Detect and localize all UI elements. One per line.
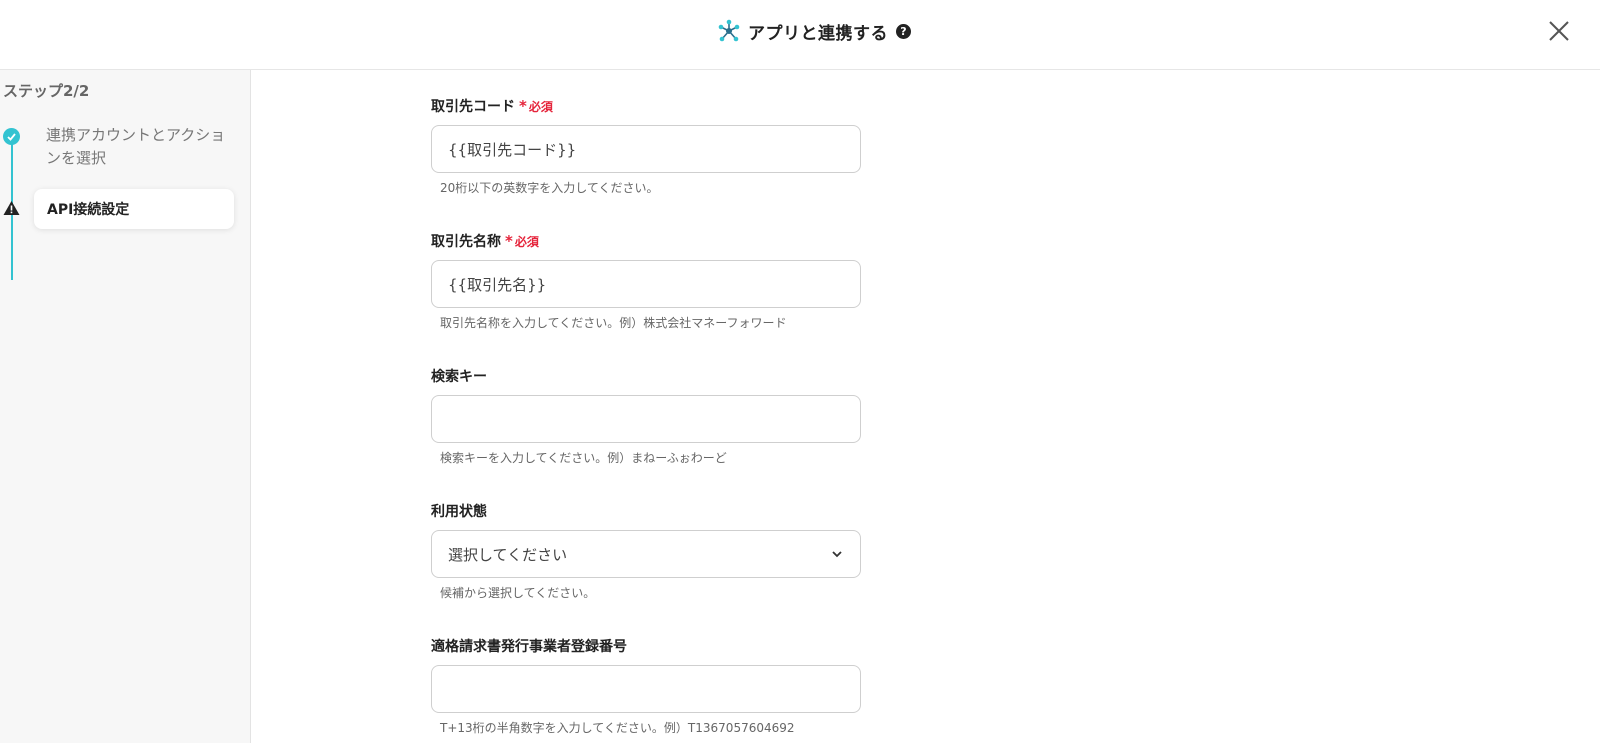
field-help-text: 候補から選択してください。 (440, 586, 596, 600)
field-label: 適格請求書発行事業者登録番号 (431, 636, 861, 656)
sidebar-step-api-settings[interactable]: API接続設定 (34, 189, 234, 229)
required-badge: 必須 (514, 234, 539, 249)
field-label-text: 取引先名称 (431, 234, 501, 250)
required-badge: 必須 (528, 99, 553, 114)
close-icon (1549, 21, 1569, 41)
field-label: 取引先名称 * 必須 (431, 231, 861, 251)
field-help-text: T+13桁の半角数字を入力してください。例）T1367057604692 (440, 721, 795, 735)
field-partner-code: 取引先コード * 必須 {{取引先コード}} 20桁以下の英数字を入力してくださ… (431, 96, 861, 196)
field-label: 利用状態 (431, 501, 861, 521)
field-search-key: 検索キー 検索キーを入力してください。例）まねーふぉわーど (431, 366, 861, 466)
select-value: 選択してください (448, 545, 568, 564)
warning-triangle-icon (3, 201, 20, 215)
required-asterisk: * (519, 97, 527, 115)
partner-name-input[interactable]: {{取引先名}} (431, 260, 861, 308)
close-button[interactable] (1546, 18, 1572, 44)
chevron-down-icon (832, 551, 842, 558)
help-icon[interactable]: ? (896, 23, 911, 39)
field-partner-name: 取引先名称 * 必須 {{取引先名}} 取引先名称を入力してください。例）株式会… (431, 231, 861, 331)
step-counter: ステップ2/2 (3, 82, 90, 100)
required-asterisk: * (505, 232, 513, 250)
field-label-text: 適格請求書発行事業者登録番号 (431, 639, 627, 655)
field-help-text: 20桁以下の英数字を入力してください。 (440, 181, 659, 195)
invoice-registration-input[interactable] (431, 665, 861, 713)
field-label-text: 検索キー (431, 369, 487, 385)
network-nodes-icon (716, 18, 742, 44)
header-title-group: アプリと連携する ? (716, 17, 911, 45)
field-invoice-registration: 適格請求書発行事業者登録番号 T+13桁の半角数字を入力してください。例）T13… (431, 636, 861, 736)
partner-code-input[interactable]: {{取引先コード}} (431, 125, 861, 173)
modal-header: アプリと連携する ? (0, 0, 1600, 70)
field-label: 取引先コード * 必須 (431, 96, 861, 116)
modal-title: アプリと連携する (748, 23, 888, 44)
field-help-text: 取引先名称を入力してください。例）株式会社マネーフォワード (440, 316, 787, 330)
field-usage-status: 利用状態 選択してください 候補から選択してください。 (431, 501, 861, 601)
field-label-text: 取引先コード (431, 99, 515, 115)
field-help-text: 検索キーを入力してください。例）まねーふぉわーど (440, 451, 727, 465)
form-area: 取引先コード * 必須 {{取引先コード}} 20桁以下の英数字を入力してくださ… (252, 70, 1600, 743)
search-key-input[interactable] (431, 395, 861, 443)
sidebar-step-select-action[interactable]: 連携アカウントとアクションを選択 (46, 124, 226, 170)
usage-status-select[interactable]: 選択してください (431, 530, 861, 578)
check-circle-icon (3, 128, 20, 145)
field-label-text: 利用状態 (431, 504, 487, 520)
step-sidebar: ステップ2/2 連携アカウントとアクションを選択 API接続設定 (0, 70, 251, 743)
field-label: 検索キー (431, 366, 861, 386)
